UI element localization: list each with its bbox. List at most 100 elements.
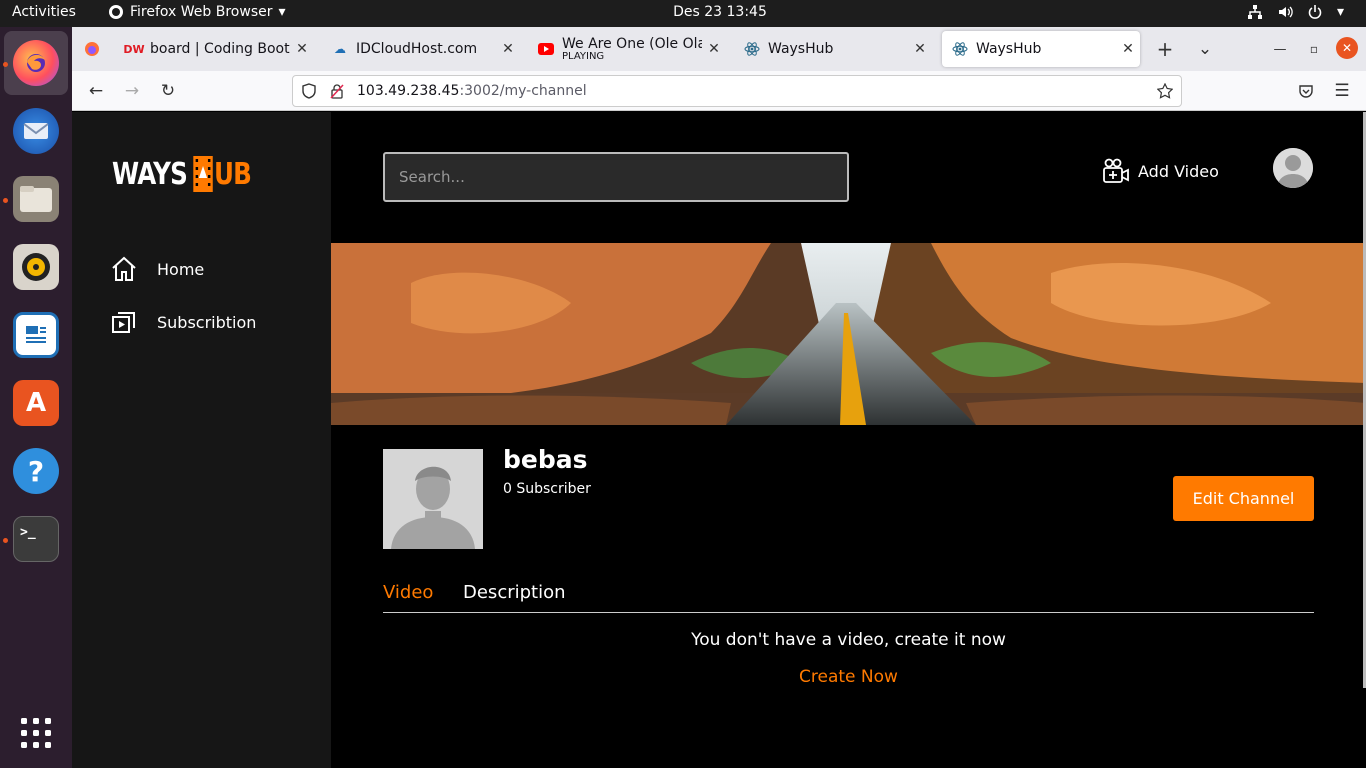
tab-title: WaysHub (768, 41, 834, 57)
tab-description[interactable]: Description (463, 582, 566, 603)
system-top-bar: Activities Firefox Web Browser ▾ Des 23 … (0, 0, 1366, 27)
writer-icon (13, 312, 59, 358)
minimize-button[interactable]: — (1268, 37, 1292, 61)
reload-icon: ↻ (160, 81, 176, 101)
thunderbird-icon (13, 108, 59, 154)
dock-rhythmbox[interactable] (4, 235, 68, 299)
software-center-icon: A (13, 380, 59, 426)
dock-software[interactable]: A (4, 371, 68, 435)
url-path: :3002/my-channel (459, 83, 587, 99)
chevron-down-icon: ⌄ (1197, 39, 1213, 59)
dock-firefox[interactable] (4, 31, 68, 95)
video-camera-add-icon (1103, 158, 1129, 183)
menu-button[interactable]: ☰ (1330, 79, 1354, 103)
arrow-right-icon: → (124, 81, 140, 101)
reload-button[interactable]: ↻ (156, 79, 180, 103)
tab-video[interactable]: Video (383, 582, 433, 603)
close-icon: ✕ (1341, 41, 1353, 55)
tab-title: IDCloudHost.com (356, 41, 478, 57)
add-video-label: Add Video (1138, 161, 1219, 181)
close-window-button[interactable]: ✕ (1336, 37, 1358, 59)
tab-title: We Are One (Ole Ola) [ (562, 36, 702, 52)
channel-name: bebas (503, 445, 588, 474)
forward-button[interactable]: → (120, 79, 144, 103)
film-strip-logo-icon (193, 156, 214, 192)
arrow-left-icon: ← (88, 81, 104, 101)
clock[interactable]: Des 23 13:45 (0, 4, 1366, 20)
shield-icon (302, 83, 316, 99)
power-icon (1308, 5, 1322, 19)
new-tab-button[interactable]: + (1153, 37, 1177, 61)
navigation-bar: ← → ↻ 103.49.238.45:3002/my-channel ☰ (72, 71, 1366, 111)
bookmark-star-icon[interactable] (1157, 83, 1173, 99)
firefox-icon (13, 40, 59, 86)
channel-banner-image (331, 243, 1366, 425)
subscriber-count: 0 Subscriber (503, 481, 591, 497)
logo-text-ways: WAYS (112, 156, 188, 192)
running-indicator (3, 538, 8, 543)
firefox-view-button[interactable] (80, 37, 104, 61)
insecure-lock-icon (330, 84, 344, 99)
chevron-down-icon: ▾ (1336, 4, 1344, 20)
user-avatar[interactable] (1273, 148, 1313, 188)
tab-wayshub[interactable]: WaysHub ✕ (734, 31, 932, 67)
pocket-button[interactable] (1294, 79, 1318, 103)
tab-title: board | Coding Bootca (150, 41, 290, 57)
react-favicon (744, 41, 760, 57)
subscription-icon (110, 308, 138, 336)
close-icon[interactable]: ✕ (702, 41, 726, 57)
plus-icon: + (1156, 37, 1174, 61)
url-bar[interactable]: 103.49.238.45:3002/my-channel (292, 75, 1182, 107)
dock: A ? >_ (0, 27, 72, 768)
app-grid-icon (21, 718, 51, 748)
dock-thunderbird[interactable] (4, 99, 68, 163)
maximize-button[interactable]: ▫ (1302, 37, 1326, 61)
dock-terminal[interactable]: >_ (4, 507, 68, 571)
volume-icon (1278, 6, 1293, 18)
close-icon[interactable]: ✕ (290, 41, 314, 57)
tab-wayshub-active[interactable]: WaysHub ✕ (942, 31, 1140, 67)
terminal-icon: >_ (13, 516, 59, 562)
wayshub-logo[interactable]: WAYS UB (112, 156, 252, 192)
logo-text-ub: UB (214, 156, 252, 192)
dock-files[interactable] (4, 167, 68, 231)
add-video-button[interactable]: Add Video (1102, 156, 1219, 186)
home-icon (110, 255, 138, 283)
tab-youtube-playing[interactable]: We Are One (Ole Ola) [ PLAYING ✕ (528, 31, 726, 67)
tab-idcloudhost[interactable]: ☁ IDCloudHost.com ✕ (322, 31, 520, 67)
sidebar-item-label: Home (157, 259, 205, 279)
close-icon[interactable]: ✕ (908, 41, 932, 57)
avatar-placeholder-icon (1273, 148, 1313, 188)
avatar-placeholder-icon (383, 449, 483, 549)
web-page: WAYS UB Home Subscribtion Search... Add … (72, 112, 1366, 768)
url-host: 103.49.238.45 (357, 83, 460, 99)
list-all-tabs-button[interactable]: ⌄ (1193, 37, 1217, 61)
empty-state-message: You don't have a video, create it now (691, 630, 1006, 650)
maximize-icon: ▫ (1309, 42, 1319, 56)
show-applications-button[interactable] (4, 701, 68, 765)
network-icon (1247, 5, 1262, 19)
dock-writer[interactable] (4, 303, 68, 367)
edit-channel-button[interactable]: Edit Channel (1173, 476, 1314, 521)
back-button[interactable]: ← (84, 79, 108, 103)
sidebar-item-home[interactable]: Home (110, 255, 204, 283)
minimize-icon: — (1273, 41, 1287, 57)
system-tray[interactable]: ▾ (1247, 4, 1344, 20)
firefox-view-icon (85, 42, 99, 56)
help-icon: ? (13, 448, 59, 494)
tab-title: WaysHub (976, 41, 1042, 57)
create-now-link[interactable]: Create Now (383, 667, 1314, 687)
cloud-favicon: ☁ (334, 42, 346, 56)
tab-coding-bootcamp[interactable]: DW board | Coding Bootca ✕ (116, 31, 314, 67)
pocket-icon (1299, 85, 1313, 98)
sidebar-item-subscription[interactable]: Subscribtion (110, 308, 256, 336)
sidebar-item-label: Subscribtion (157, 312, 257, 332)
channel-avatar (383, 449, 483, 549)
close-icon[interactable]: ✕ (1116, 41, 1140, 57)
close-icon[interactable]: ✕ (496, 41, 520, 57)
search-input[interactable]: Search... (383, 152, 849, 202)
running-indicator (3, 198, 8, 203)
rhythmbox-icon (13, 244, 59, 290)
dock-help[interactable]: ? (4, 439, 68, 503)
dumbways-favicon: DW (123, 42, 145, 56)
